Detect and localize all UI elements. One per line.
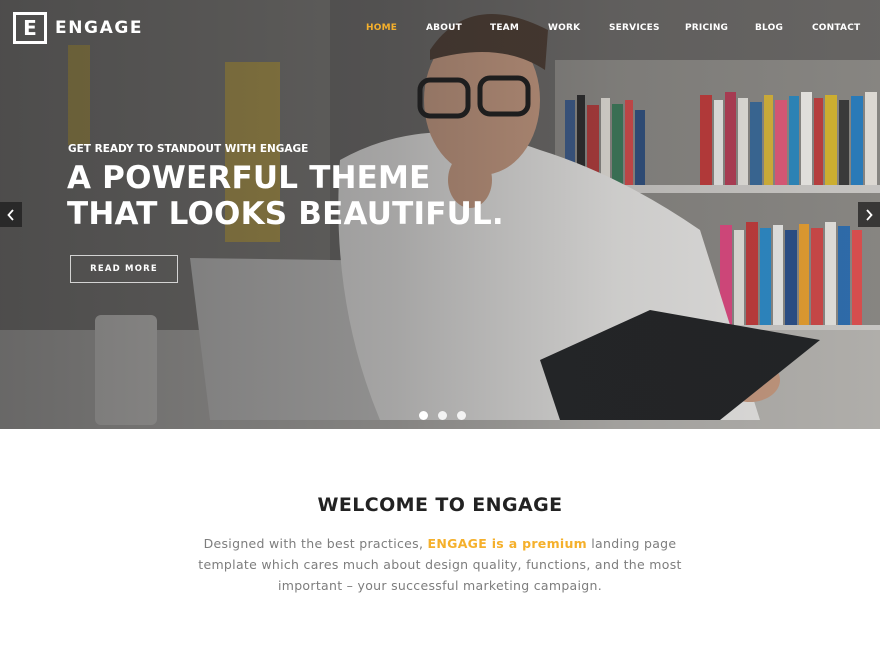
main-nav: HOME ABOUT TEAM WORK SERVICES PRICING BL…	[0, 23, 880, 37]
hero-slider: E ENGAGE HOME ABOUT TEAM WORK SERVICES P…	[0, 0, 880, 429]
nav-item-contact[interactable]: CONTACT	[812, 23, 860, 33]
nav-item-blog[interactable]: BLOG	[755, 23, 783, 33]
slider-next-button[interactable]	[858, 202, 880, 227]
read-more-button[interactable]: READ MORE	[70, 255, 178, 283]
slider-prev-button[interactable]	[0, 202, 22, 227]
welcome-title: WELCOME TO ENGAGE	[317, 494, 563, 516]
chevron-left-icon	[7, 208, 14, 221]
nav-item-pricing[interactable]: PRICING	[685, 23, 728, 33]
slider-dot-1[interactable]	[419, 411, 428, 420]
nav-item-team[interactable]: TEAM	[490, 23, 519, 33]
slider-pagination	[419, 411, 466, 420]
welcome-text-highlight: ENGAGE is a premium	[427, 536, 588, 551]
nav-item-work[interactable]: WORK	[548, 23, 580, 33]
nav-item-services[interactable]: SERVICES	[609, 23, 660, 33]
nav-item-home[interactable]: HOME	[366, 23, 397, 33]
chevron-right-icon	[866, 208, 873, 221]
welcome-text-start: Designed with the best practices,	[203, 536, 428, 551]
slider-dot-2[interactable]	[438, 411, 447, 420]
welcome-text: Designed with the best practices, ENGAGE…	[195, 533, 685, 596]
hero-headline-line-2: THAT LOOKS BEAUTIFUL.	[67, 196, 504, 232]
hero-eyebrow: GET READY TO STANDOUT WITH ENGAGE	[68, 143, 309, 155]
hero-headline: A POWERFUL THEME THAT LOOKS BEAUTIFUL.	[67, 160, 504, 232]
nav-item-about[interactable]: ABOUT	[426, 23, 462, 33]
hero-headline-line-1: A POWERFUL THEME	[67, 160, 431, 196]
slider-dot-3[interactable]	[457, 411, 466, 420]
